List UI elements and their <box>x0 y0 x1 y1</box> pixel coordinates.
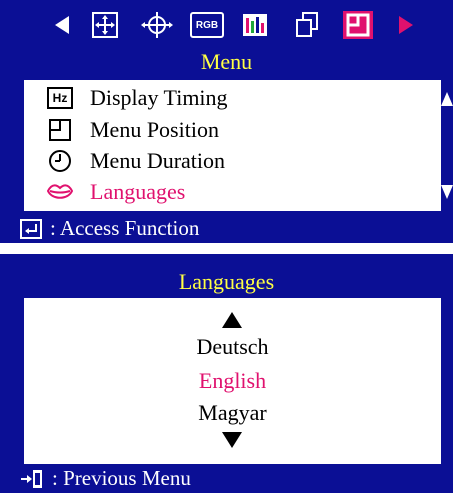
menu-position-icon <box>46 116 74 144</box>
access-function-hint: : Access Function <box>20 216 199 241</box>
position-icon[interactable] <box>140 8 174 42</box>
icon-bar: RGB <box>0 8 453 42</box>
language-option-deutsch[interactable]: Deutsch <box>24 334 441 360</box>
previous-menu-text: : Previous Menu <box>52 466 191 490</box>
scroll-down-icon[interactable] <box>441 185 453 199</box>
menu-item-languages[interactable]: Languages <box>24 176 441 208</box>
menu-position-icon[interactable] <box>342 8 374 42</box>
exit-icon <box>20 469 44 489</box>
lips-icon <box>46 178 74 206</box>
color-bars-icon[interactable] <box>240 8 270 42</box>
menu-item-menu-position[interactable]: Menu Position <box>24 114 441 146</box>
menu-item-display-timing[interactable]: Hz Display Timing <box>24 82 441 114</box>
hz-icon-text: Hz <box>52 91 68 105</box>
scroll-down-icon[interactable] <box>222 432 242 453</box>
move-icon[interactable] <box>90 8 120 42</box>
left-arrow-icon[interactable] <box>52 8 72 42</box>
languages-title: Languages <box>178 269 275 294</box>
rgb-icon-text: RGB <box>195 19 219 31</box>
menu-item-label: Languages <box>90 179 186 204</box>
menu-title: Menu <box>200 49 253 74</box>
copy-icon[interactable] <box>292 8 322 42</box>
languages-list: Deutsch English Magyar <box>24 298 441 464</box>
enter-key-icon <box>20 218 42 239</box>
rgb-icon[interactable]: RGB <box>190 8 224 42</box>
menu-item-label: Display Timing <box>90 85 228 110</box>
menu-item-label: Menu Position <box>90 117 219 142</box>
main-menu-panel: RGB Menu Hz Display Timing Menu Position… <box>0 0 453 243</box>
clock-icon <box>46 147 74 175</box>
scroll-up-icon[interactable] <box>441 92 453 106</box>
languages-panel: Languages Deutsch English Magyar : Previ… <box>0 254 453 493</box>
hz-icon: Hz <box>46 84 74 112</box>
right-arrow-icon[interactable] <box>396 8 416 42</box>
menu-list: Hz Display Timing Menu Position Menu Dur… <box>24 80 441 211</box>
access-function-text: : Access Function <box>50 216 200 240</box>
previous-menu-hint: : Previous Menu <box>20 466 191 491</box>
scroll-up-icon[interactable] <box>222 312 242 333</box>
menu-item-label: Menu Duration <box>90 148 226 173</box>
language-option-magyar[interactable]: Magyar <box>24 400 441 426</box>
language-option-english[interactable]: English <box>24 368 441 394</box>
menu-item-menu-duration[interactable]: Menu Duration <box>24 145 441 177</box>
